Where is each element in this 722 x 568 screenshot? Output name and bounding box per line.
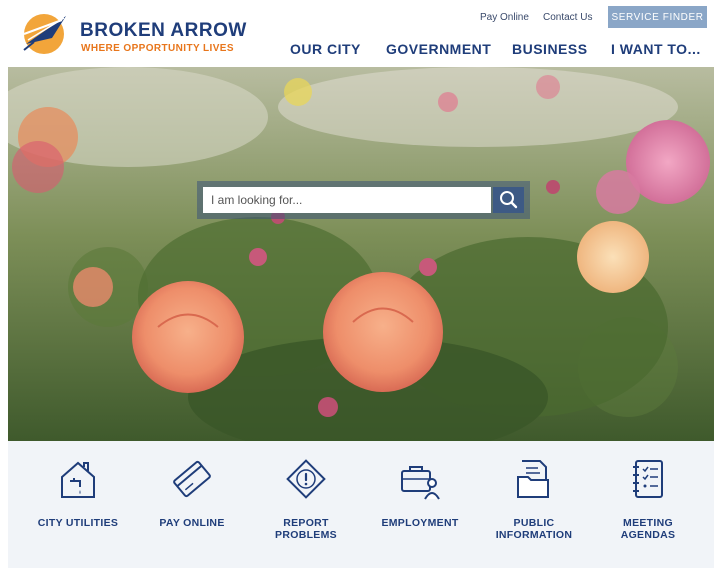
quick-link-meeting-agendas[interactable]: MEETING AGENDAS (593, 457, 703, 541)
brand-name[interactable]: BROKEN ARROW (80, 20, 247, 42)
search-icon (500, 191, 518, 209)
quick-link-label: EMPLOYMENT (381, 517, 459, 529)
quick-link-report-problems[interactable]: REPORT PROBLEMS (251, 457, 361, 541)
house-faucet-icon (61, 461, 95, 498)
nav-government[interactable]: GOVERNMENT (386, 41, 491, 57)
search-input[interactable] (203, 187, 491, 213)
service-finder-button[interactable]: SERVICE FINDER (608, 6, 707, 28)
document-folder-icon (517, 460, 549, 498)
credit-card-icon (173, 460, 211, 498)
quick-link-employment[interactable]: EMPLOYMENT (365, 457, 475, 529)
warning-icon (286, 459, 326, 499)
roses-photo (8, 67, 714, 441)
search-box (197, 181, 530, 219)
quick-link-label: PUBLIC INFORMATION (495, 517, 573, 541)
site-header: BROKEN ARROW WHERE OPPORTUNITY LIVES Pay… (0, 0, 722, 67)
quick-link-public-information[interactable]: PUBLIC INFORMATION (479, 457, 589, 541)
quick-link-label: MEETING AGENDAS (620, 517, 676, 541)
nav-i-want-to[interactable]: I WANT TO... (611, 41, 701, 57)
quick-link-label: REPORT PROBLEMS (275, 517, 337, 541)
contact-us-link[interactable]: Contact Us (543, 12, 592, 23)
hero-image (8, 67, 714, 441)
quick-link-pay-online[interactable]: PAY ONLINE (137, 457, 247, 529)
brand-tagline: WHERE OPPORTUNITY LIVES (81, 43, 234, 54)
quick-link-label: CITY UTILITIES (37, 517, 119, 529)
notebook-list-icon (633, 460, 663, 498)
nav-our-city[interactable]: OUR CITY (290, 41, 361, 57)
quick-link-city-utilities[interactable]: CITY UTILITIES (23, 457, 133, 529)
quick-links-bar: CITY UTILITIES PAY ONLINE REPORT PROBLEM… (8, 441, 714, 568)
nav-business[interactable]: BUSINESS (512, 41, 588, 57)
search-button[interactable] (493, 187, 524, 213)
briefcase-person-icon (401, 466, 440, 500)
pay-online-link[interactable]: Pay Online (480, 12, 529, 23)
quick-link-label: PAY ONLINE (159, 517, 225, 529)
broken-arrow-logo[interactable] (22, 10, 70, 56)
